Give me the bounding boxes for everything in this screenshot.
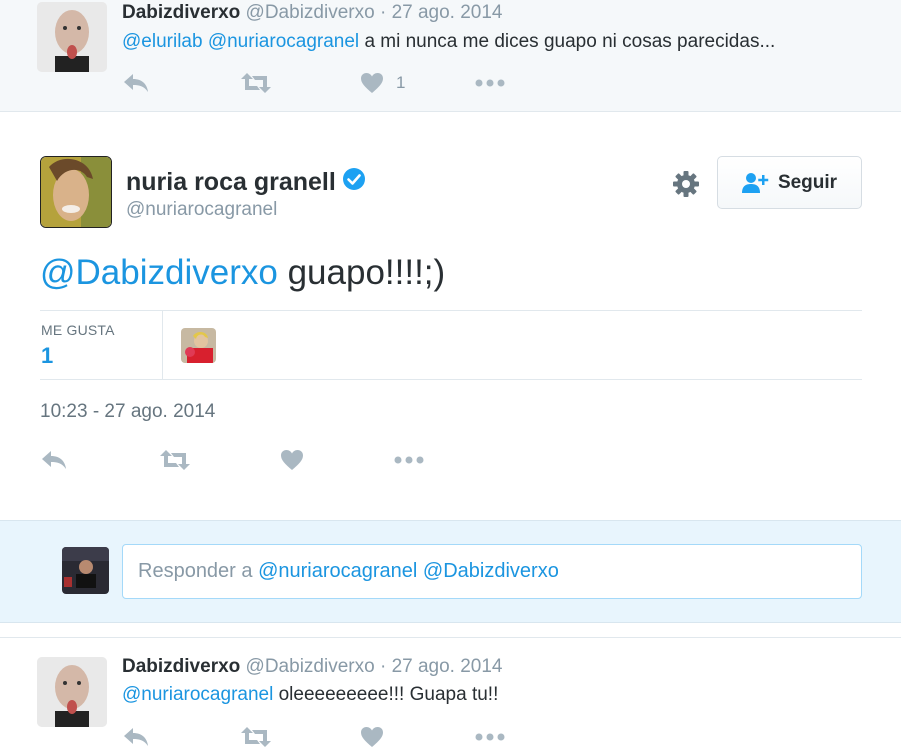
tweet-header: Dabizdiverxo @Dabizdiverxo · 27 ago. 201… (122, 656, 503, 678)
retweet-button[interactable] (159, 445, 191, 475)
mention-link[interactable]: @nuriarocagranel (122, 684, 273, 705)
reply-prefix: Responder a (138, 560, 253, 582)
reply-icon (42, 451, 66, 469)
heart-icon (361, 73, 383, 93)
retweet-icon (241, 727, 271, 747)
author-name-row: nuria roca granell (126, 167, 366, 198)
more-button[interactable] (394, 445, 424, 475)
mention-link[interactable]: @Dabizdiverxo (40, 253, 278, 292)
tweet-date[interactable]: 27 ago. 2014 (392, 656, 503, 677)
tweet-header: Dabizdiverxo @Dabizdiverxo · 27 ago. 201… (122, 2, 503, 24)
reply-icon (124, 728, 148, 746)
verified-badge-icon (342, 167, 366, 198)
liker-avatar[interactable] (181, 328, 216, 363)
reply-composer: Responder a @nuriarocagranel @Dabizdiver… (0, 520, 901, 623)
likes-label: ME GUSTA (41, 322, 115, 338)
avatar[interactable] (37, 2, 107, 72)
tweet-stats: ME GUSTA 1 (40, 310, 862, 380)
mention-link[interactable]: @nuriarocagranel (208, 31, 359, 52)
context-tweet[interactable]: Dabizdiverxo @Dabizdiverxo · 27 ago. 201… (0, 0, 901, 112)
author-handle[interactable]: @nuriarocagranel (126, 199, 277, 221)
more-button[interactable] (475, 722, 505, 752)
author-handle[interactable]: @Dabizdiverxo (246, 656, 375, 677)
follow-user-icon (741, 172, 769, 193)
main-tweet: nuria roca granell @nuriarocagranel Segu… (0, 113, 901, 520)
like-button[interactable] (280, 445, 304, 475)
reply-mentions: @nuriarocagranel @Dabizdiverxo (258, 560, 559, 582)
separator: · (379, 2, 387, 23)
heart-icon (361, 727, 383, 747)
tweet-body: guapo!!!!;) (287, 253, 446, 292)
likes-stat[interactable]: ME GUSTA 1 (40, 311, 163, 379)
author-name[interactable]: nuria roca granell (126, 168, 336, 197)
retweet-icon (241, 73, 271, 93)
follow-button[interactable]: Seguir (717, 156, 862, 209)
tweet-text: @Dabizdiverxo guapo!!!!;) (40, 253, 445, 293)
reply-button[interactable] (40, 445, 68, 475)
tweet-body: oleeeeeeeee!!! Guapa tu!! (278, 684, 499, 705)
more-icon (394, 456, 424, 464)
more-button[interactable] (475, 68, 505, 98)
reply-tweet[interactable]: Dabizdiverxo @Dabizdiverxo · 27 ago. 201… (0, 637, 901, 753)
reply-button[interactable] (122, 68, 150, 98)
tweet-date[interactable]: 27 ago. 2014 (392, 2, 503, 23)
more-icon (475, 79, 505, 87)
more-icon (475, 733, 505, 741)
like-count: 1 (396, 73, 406, 92)
follow-label: Seguir (777, 171, 838, 193)
retweet-icon (160, 450, 190, 470)
retweet-button[interactable] (240, 722, 272, 752)
tweet-text: @nuriarocagranel oleeeeeeeee!!! Guapa tu… (122, 684, 498, 706)
author-name[interactable]: Dabizdiverxo (122, 656, 240, 677)
gear-icon[interactable] (671, 169, 701, 199)
avatar[interactable] (37, 657, 107, 727)
tweet-body: a mi nunca me dices guapo ni cosas parec… (364, 31, 776, 52)
author-handle[interactable]: @Dabizdiverxo (246, 2, 375, 23)
reply-input[interactable]: Responder a @nuriarocagranel @Dabizdiver… (122, 544, 862, 599)
author-name[interactable]: Dabizdiverxo (122, 2, 240, 23)
tweet-text: @elurilab @nuriarocagranel a mi nunca me… (122, 31, 775, 53)
like-button[interactable] (360, 722, 384, 752)
tweet-timestamp[interactable]: 10:23 - 27 ago. 2014 (40, 401, 215, 423)
mention-link[interactable]: @elurilab (122, 31, 203, 52)
current-user-avatar[interactable] (62, 547, 109, 594)
reply-button[interactable] (122, 722, 150, 752)
heart-icon (281, 450, 303, 470)
likes-value: 1 (41, 343, 54, 368)
like-button[interactable]: 1 (360, 68, 405, 98)
separator: · (379, 656, 387, 677)
avatar[interactable] (40, 156, 112, 228)
retweet-button[interactable] (240, 68, 272, 98)
reply-icon (124, 74, 148, 92)
